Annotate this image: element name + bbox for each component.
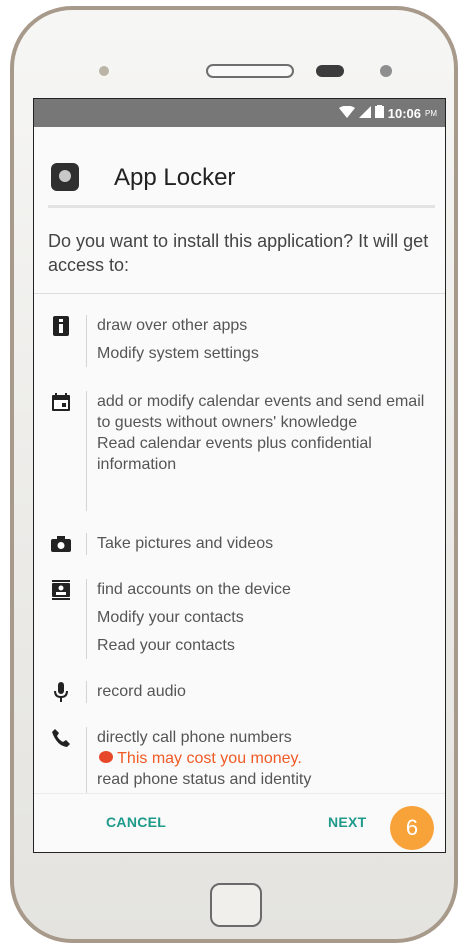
contacts-icon <box>50 579 72 601</box>
permission-line: read phone status and identity <box>97 771 312 788</box>
next-button[interactable]: NEXT <box>328 814 367 830</box>
phone-screen: 10:06 PM App Locker Do you want to insta… <box>33 98 446 853</box>
step-badge: 6 <box>390 806 434 850</box>
home-button[interactable] <box>210 883 262 927</box>
permission-line: add or modify calendar events and send e… <box>97 393 425 431</box>
battery-icon <box>374 105 384 121</box>
microphone-icon <box>50 681 72 703</box>
cost-warning-text: This may cost you money. <box>117 750 302 767</box>
clock-time: 10:06 <box>387 105 421 121</box>
button-bar: CANCEL NEXT <box>34 793 445 852</box>
earpiece-speaker <box>206 64 294 78</box>
permission-line: find accounts on the device <box>97 581 291 598</box>
clock-ampm: PM <box>425 108 437 118</box>
question-divider <box>34 293 445 294</box>
light-sensor <box>380 65 392 77</box>
cancel-button[interactable]: CANCEL <box>106 814 166 830</box>
title-divider <box>48 205 435 208</box>
permission-text: directly call phone numbers This may cos… <box>97 727 437 790</box>
permission-line: draw over other apps <box>97 317 248 334</box>
permission-bar <box>86 727 87 797</box>
camera-icon <box>50 533 72 555</box>
app-icon <box>51 163 79 191</box>
permission-bar <box>86 681 87 703</box>
info-icon <box>50 315 72 337</box>
permission-line: Take pictures and videos <box>97 535 274 552</box>
status-bar: 10:06 PM <box>34 99 445 127</box>
permission-line: Read your contacts <box>97 637 235 654</box>
cost-warning: This may cost you money. <box>99 748 437 769</box>
permission-text: find accounts on the device Modify your … <box>97 579 437 656</box>
permission-line: Modify system settings <box>97 345 259 362</box>
permission-text: record audio <box>97 681 437 702</box>
permission-line: directly call phone numbers <box>97 729 292 746</box>
permission-text: draw over other apps Modify system setti… <box>97 315 437 364</box>
signal-icon <box>358 105 371 121</box>
permission-text: Take pictures and videos <box>97 533 437 554</box>
app-name: App Locker <box>114 164 236 191</box>
phone-icon <box>50 727 72 749</box>
coins-icon <box>99 751 113 763</box>
permission-text: add or modify calendar events and send e… <box>97 391 437 475</box>
proximity-sensor <box>316 65 344 77</box>
permission-bar <box>86 391 87 511</box>
install-question: Do you want to install this application?… <box>48 231 429 275</box>
wifi-icon <box>338 105 355 121</box>
calendar-icon <box>50 391 72 413</box>
permission-line: record audio <box>97 683 186 700</box>
permission-line: Read calendar events plus confidential i… <box>97 435 372 473</box>
front-camera <box>99 66 109 76</box>
permission-line: Modify your contacts <box>97 609 244 626</box>
permission-bar <box>86 533 87 555</box>
permission-bar <box>86 315 87 367</box>
permission-bar <box>86 579 87 659</box>
